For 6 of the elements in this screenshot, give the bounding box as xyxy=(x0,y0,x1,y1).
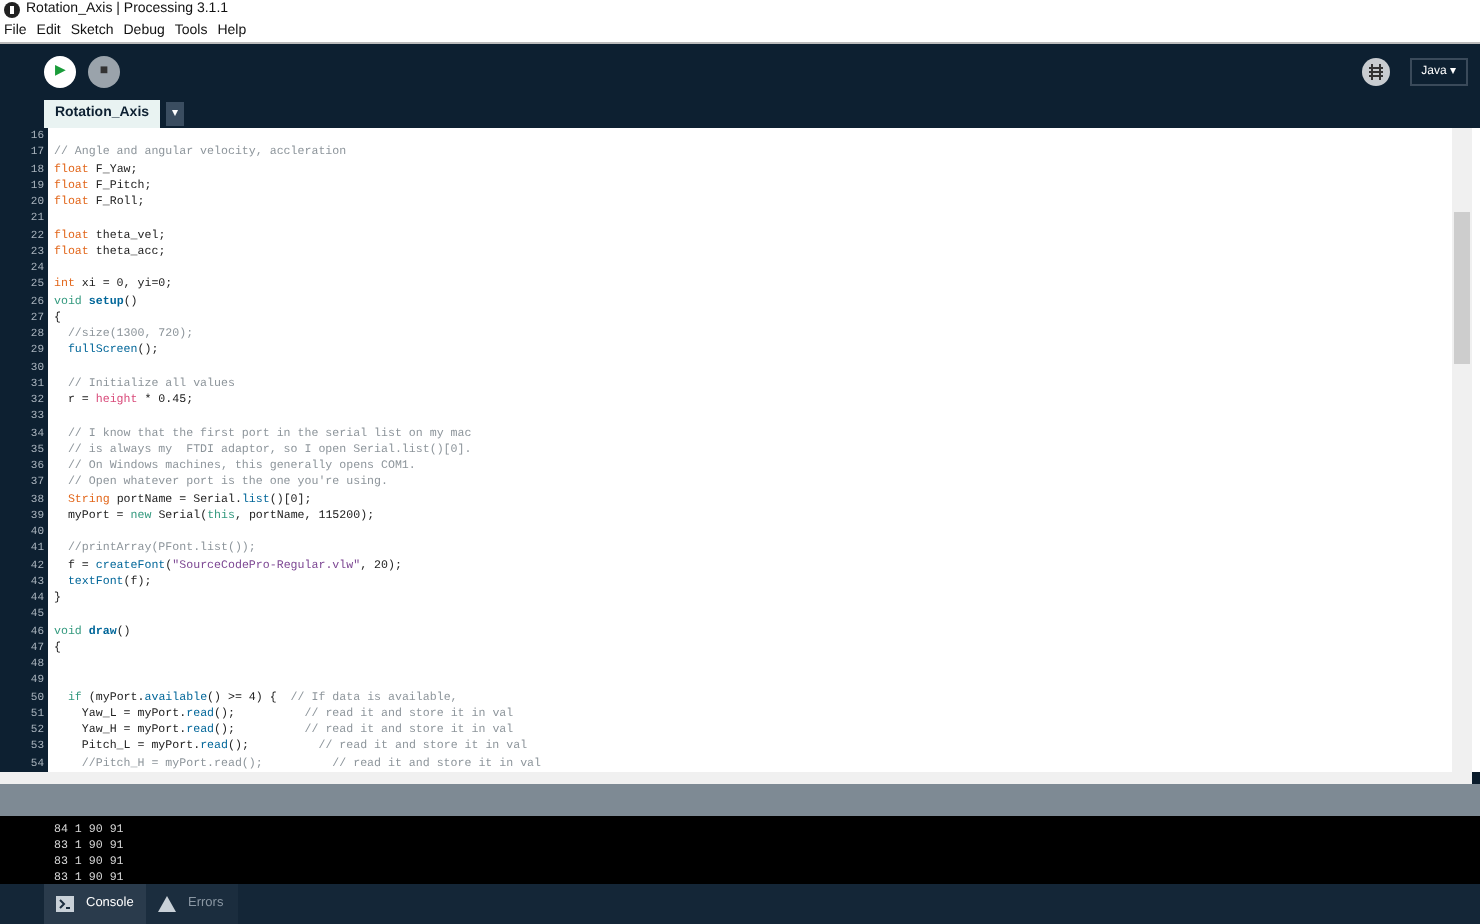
horizontal-scrollbar[interactable] xyxy=(0,772,1472,784)
debug-icon[interactable] xyxy=(1361,58,1390,86)
warning-icon xyxy=(158,896,176,912)
vertical-scrollbar[interactable] xyxy=(1452,128,1472,772)
splitter-bar[interactable] xyxy=(0,784,1480,816)
terminal-icon xyxy=(56,896,74,912)
